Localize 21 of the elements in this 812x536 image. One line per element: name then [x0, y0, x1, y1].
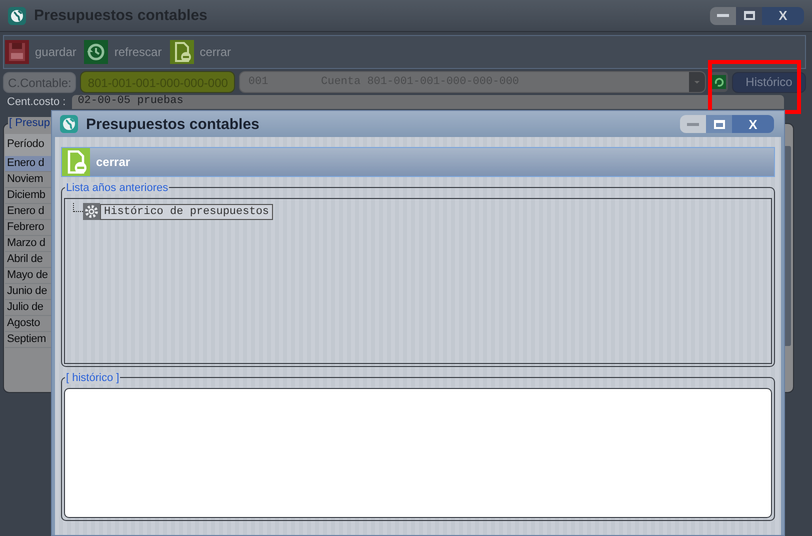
- globe-icon: [8, 6, 26, 24]
- group-title: [ histórico ]: [65, 372, 120, 384]
- gear-icon: [83, 203, 100, 220]
- tree-item[interactable]: Histórico de presupuestos: [100, 204, 274, 220]
- maximize-button[interactable]: [706, 115, 732, 133]
- refresh-icon[interactable]: [712, 74, 726, 90]
- document-minus-icon: [170, 40, 194, 64]
- globe-icon: [60, 115, 78, 133]
- group-title: [ Presup: [8, 117, 51, 129]
- cost-center-field[interactable]: 02-00-05 pruebas: [72, 95, 784, 109]
- dialog-title: Presupuestos contables: [86, 116, 260, 132]
- refresh-icon: [84, 40, 108, 64]
- field-label: Cent.costo :: [6, 96, 66, 108]
- close-button[interactable]: X: [762, 6, 804, 24]
- group-title: Lista años anteriores: [65, 182, 170, 194]
- document-minus-icon: [62, 148, 90, 176]
- historico-button[interactable]: Histórico: [732, 72, 806, 92]
- maximize-button[interactable]: [736, 6, 762, 24]
- close-button[interactable]: X: [732, 115, 774, 133]
- caret-icon: [693, 78, 701, 86]
- minimize-button[interactable]: [710, 6, 736, 24]
